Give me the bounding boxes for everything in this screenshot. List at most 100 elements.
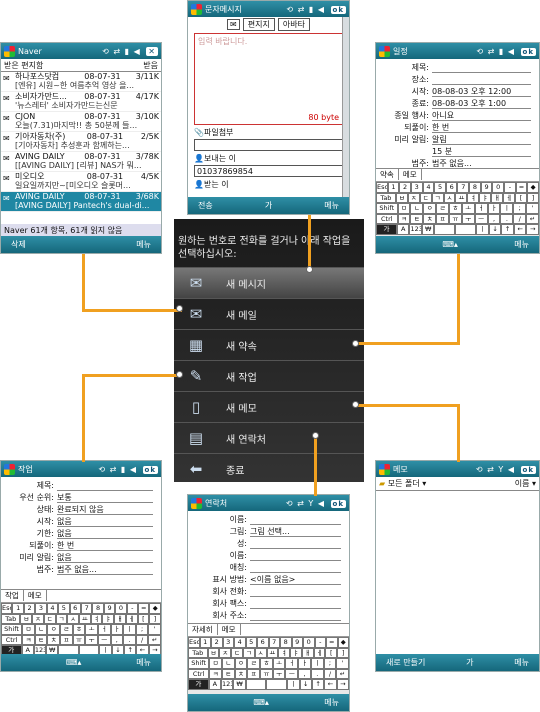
- keyboard-key[interactable]: ,: [298, 668, 311, 679]
- keyboard-key[interactable]: /: [135, 634, 149, 645]
- keyboard-key[interactable]: ㅜ: [85, 634, 98, 645]
- keyboard-key[interactable]: 3: [35, 603, 47, 614]
- menu-softkey[interactable]: 메뉴: [324, 200, 339, 211]
- start-flag-icon[interactable]: [379, 463, 390, 475]
- form-row[interactable]: 되풀이: 한 번: [1, 539, 161, 551]
- keyboard-key[interactable]: ㅐ: [301, 647, 314, 658]
- keyboard-key[interactable]: ↓: [299, 679, 312, 690]
- keyboard-key[interactable]: ㅔ: [313, 647, 326, 658]
- attach-field[interactable]: [194, 139, 343, 151]
- keyboard-key[interactable]: Esc: [188, 637, 200, 648]
- keyboard-key[interactable]: ㅅ: [67, 613, 79, 624]
- keyboard-key[interactable]: ㅠ: [448, 213, 462, 224]
- keyboard-key[interactable]: ㅋ: [209, 668, 222, 679]
- keyboard-key[interactable]: ㄹ: [436, 203, 449, 214]
- keyboard-key[interactable]: ㅓ: [285, 658, 299, 669]
- keyboard-key[interactable]: [: [325, 647, 338, 658]
- scrollbar[interactable]: [342, 17, 349, 197]
- menu-item-task[interactable]: ✎ 새 작업: [174, 360, 364, 391]
- keyboard-key[interactable]: A: [208, 679, 222, 690]
- keyboard-key[interactable]: ㅔ: [125, 613, 138, 624]
- keyboard-key[interactable]: ◆: [527, 182, 539, 193]
- keyboard-key[interactable]: ←: [513, 224, 527, 235]
- keyboard-key[interactable]: 9: [291, 637, 303, 648]
- mail-item[interactable]: ✉ 미오디오 08-07-31 4/5K 일요일까지만~[미오디오 슬롯머...: [1, 172, 161, 192]
- keyboard-key[interactable]: ㄷ: [231, 647, 243, 658]
- keyboard-key[interactable]: ㄴ: [410, 203, 424, 214]
- keyboard-icon[interactable]: ⌨▴: [66, 658, 82, 667]
- keyboard-key[interactable]: 4: [46, 603, 59, 614]
- soft-keyboard[interactable]: Esc 1 2 3 4 5 6 7 8 9 0- = ◆ Tab ㅂㅈㄷㄱㅅㅛㅕㅑㅐㅔ[] Shift ㅁㄴㅇㄹ…: [188, 636, 349, 694]
- message-textarea[interactable]: 입력 바랍니다. 80 byte: [194, 33, 343, 125]
- start-flag-icon[interactable]: [4, 45, 15, 57]
- keyboard-key[interactable]: ㅛ: [79, 613, 91, 624]
- keyboard-key[interactable]: 1: [199, 637, 211, 648]
- keyboard-key[interactable]: Ctrl: [188, 668, 210, 679]
- tab-0[interactable]: 약속: [376, 169, 399, 180]
- keyboard-key[interactable]: ㄷ: [419, 192, 432, 203]
- stationery-button[interactable]: 편지지: [242, 18, 275, 31]
- folder-dropdown[interactable]: ▰ 모든 폴더 ▾: [379, 478, 426, 489]
- keyboard-key[interactable]: ㅜ: [461, 213, 475, 224]
- keyboard-key[interactable]: ㅔ: [503, 192, 516, 203]
- keyboard-key[interactable]: ㅕ: [467, 192, 480, 203]
- keyboard-key[interactable]: ↵: [526, 213, 539, 224]
- soft-keyboard[interactable]: Esc 1 2 3 4 5 6 7 8 9 0- = ◆ Tab ㅂㅈㄷㄱㅅㅛㅕㅑㅐㅔ[] Shift ㅁㄴㅇㄹ…: [1, 602, 161, 656]
- keyboard-key[interactable]: 9: [103, 603, 116, 614]
- keyboard-key[interactable]: ;: [323, 658, 337, 669]
- keyboard-key[interactable]: ㅈ: [219, 647, 232, 658]
- keyboard-key[interactable]: [455, 224, 477, 235]
- keyboard-key[interactable]: ㅑ: [479, 192, 492, 203]
- keyboard-key[interactable]: ㅎ: [260, 658, 273, 669]
- keyboard-key[interactable]: -: [126, 603, 139, 614]
- keyboard-key[interactable]: Ctrl: [1, 634, 23, 645]
- keyboard-key[interactable]: 0: [492, 182, 505, 193]
- keyboard-key[interactable]: .: [123, 634, 136, 645]
- form-row[interactable]: 그림: 그림 선택...: [188, 525, 349, 537]
- form-row[interactable]: 시작: 없음: [1, 515, 161, 527]
- menu-softkey[interactable]: 메뉴: [324, 697, 339, 708]
- keyboard-key[interactable]: =: [515, 182, 528, 193]
- keyboard-key[interactable]: ]: [149, 613, 161, 624]
- tab-1[interactable]: 메모: [399, 169, 422, 180]
- keyboard-key[interactable]: ㅗ: [85, 624, 98, 635]
- keyboard-key[interactable]: Esc: [1, 603, 13, 614]
- keyboard-key[interactable]: 0: [115, 603, 127, 614]
- keyboard-key[interactable]: ㅡ: [285, 668, 299, 679]
- menu-item-exit[interactable]: ⬅ 종료: [174, 453, 364, 484]
- keyboard-key[interactable]: ㅂ: [20, 613, 33, 624]
- keyboard-key[interactable]: Shift: [1, 624, 23, 635]
- keyboard-key[interactable]: Shift: [188, 658, 210, 669]
- start-flag-icon[interactable]: [4, 463, 15, 475]
- keyboard-key[interactable]: ㅈ: [407, 192, 420, 203]
- keyboard-key[interactable]: ㅇ: [47, 624, 60, 635]
- keyboard-key[interactable]: 7: [457, 182, 470, 193]
- form-row[interactable]: 이름:: [188, 513, 349, 525]
- soft-keyboard[interactable]: Esc 1 2 3 4 5 6 7 8 9 0- = ◆ Tab ㅂㅈㄷㄱㅅㅛㅕㅑㅐㅔ[] Shift ㅁㄴㅇㄹ…: [376, 181, 539, 236]
- ime-indicator[interactable]: 가: [466, 657, 473, 668]
- keyboard-key[interactable]: [434, 224, 456, 235]
- keyboard-key[interactable]: 1: [12, 603, 24, 614]
- keyboard-key[interactable]: ㄱ: [431, 192, 444, 203]
- keyboard-key[interactable]: ;: [513, 203, 527, 214]
- keyboard-key[interactable]: ㅍ: [436, 213, 449, 224]
- keyboard-key[interactable]: 123: [409, 224, 422, 235]
- keyboard-key[interactable]: ↑: [501, 224, 514, 235]
- mail-item[interactable]: ✉ AVING DAILY 08-07-31 3/68K [AVING DAILY] P…: [1, 192, 161, 212]
- form-row[interactable]: 범주: 범주 없음...: [1, 563, 161, 575]
- form-row[interactable]: 회사 주소:: [188, 609, 349, 621]
- keyboard-key[interactable]: Tab: [188, 647, 208, 658]
- keyboard-key[interactable]: ㅍ: [60, 634, 73, 645]
- keyboard-key[interactable]: ㅂ: [395, 192, 408, 203]
- keyboard-key[interactable]: ,: [487, 213, 501, 224]
- form-row[interactable]: 표시 방법: <이름 없음>: [188, 573, 349, 585]
- keyboard-key[interactable]: ㅌ: [221, 668, 235, 679]
- keyboard-key[interactable]: 2: [399, 182, 411, 193]
- keyboard-key[interactable]: 가: [188, 679, 209, 690]
- keyboard-key[interactable]: ㅠ: [260, 668, 273, 679]
- keyboard-key[interactable]: ₩: [233, 679, 246, 690]
- mail-item[interactable]: ✉ 소비자가만드... 08-07-31 4/17K '뉴스레터' 소비자가만드는신문: [1, 92, 161, 112]
- keyboard-key[interactable]: ㅗ: [272, 658, 286, 669]
- form-row[interactable]: 회사 전화:: [188, 585, 349, 597]
- inbox-bar[interactable]: 받은 편지함 받음: [1, 59, 161, 72]
